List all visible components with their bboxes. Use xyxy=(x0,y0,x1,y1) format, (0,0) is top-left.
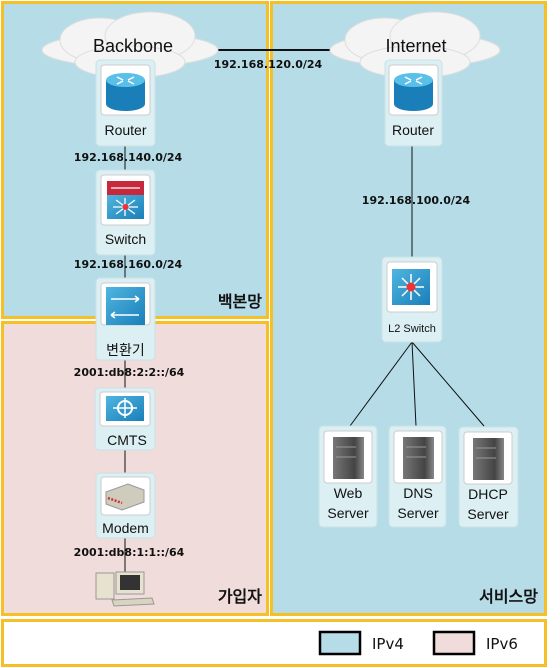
legend-swatch-ipv4 xyxy=(318,630,362,656)
link-label: 192.168.100.0/24 xyxy=(362,194,471,207)
node-label: Switch xyxy=(105,231,146,247)
node-label: Server xyxy=(467,506,509,522)
node-label: L2 Switch xyxy=(388,323,436,335)
multilayer-switch-icon xyxy=(107,181,144,219)
node-label: Server xyxy=(397,505,439,521)
node-label: Router xyxy=(392,122,434,138)
region-label-service: 서비스망 xyxy=(479,587,538,606)
router-icon xyxy=(394,73,433,111)
node-label: Router xyxy=(104,122,146,138)
region-label-backbone: 백본망 xyxy=(218,292,262,311)
node-label: Modem xyxy=(102,520,149,536)
node-label: DNS xyxy=(403,485,433,501)
node-label: DHCP xyxy=(468,486,508,502)
cloud-backbone-label: Backbone xyxy=(93,36,173,56)
legend-label-ipv4: IPv4 xyxy=(372,635,404,653)
cloud-internet-label: Internet xyxy=(385,36,446,56)
node-label: CMTS xyxy=(107,432,147,448)
server-icon xyxy=(473,438,504,480)
link-label: 2001:db8:1:1::/64 xyxy=(74,546,185,559)
legend-swatch-ipv6 xyxy=(432,630,476,656)
cmts-icon xyxy=(106,396,144,421)
node-label: Web xyxy=(334,485,363,501)
link-label: 192.168.120.0/24 xyxy=(214,58,323,71)
server-icon xyxy=(403,437,434,479)
node-label: 변환기 xyxy=(106,343,145,359)
link-label: 192.168.140.0/24 xyxy=(74,151,183,164)
legend-label-ipv6: IPv6 xyxy=(486,635,518,653)
router-icon xyxy=(106,73,145,111)
server-icon xyxy=(333,437,364,479)
link-label: 2001:db8:2:2::/64 xyxy=(74,366,185,379)
region-label-subscriber: 가입자 xyxy=(218,587,262,606)
converter-switch-icon xyxy=(106,287,145,325)
link-label: 192.168.160.0/24 xyxy=(74,258,183,271)
node-label: Server xyxy=(327,505,369,521)
l2-switch-icon xyxy=(392,269,430,305)
network-diagram: Backbone Internet Router Switch 변환기 CMTS… xyxy=(1,1,547,667)
